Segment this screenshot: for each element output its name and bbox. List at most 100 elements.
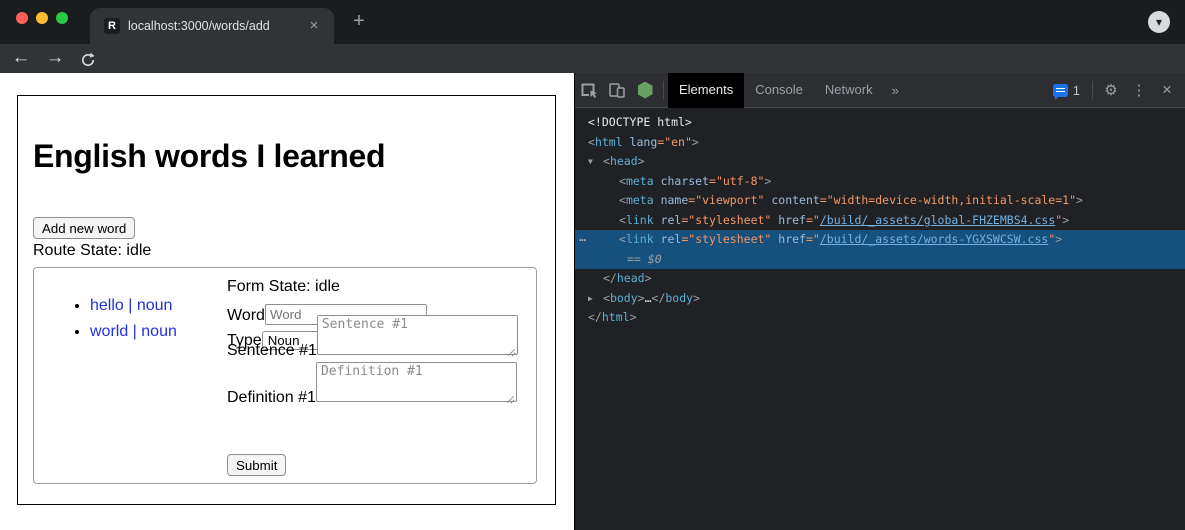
fullscreen-window-button[interactable]	[56, 12, 68, 24]
inspect-cursor-icon	[580, 82, 598, 99]
browser-window: R localhost:3000/words/add × + ▾ ← → i l…	[0, 0, 1185, 530]
word-link[interactable]: world | noun	[90, 323, 177, 340]
devtools-close-button[interactable]: ×	[1153, 73, 1181, 108]
tab-elements[interactable]: Elements	[668, 73, 744, 108]
navigation-bar: ← → i localhost:3000/words/add ☆	[0, 44, 1185, 73]
reload-button[interactable]	[75, 44, 101, 73]
code-token: >	[693, 291, 700, 305]
code-token: ="	[806, 213, 820, 227]
devtools-panel: Elements Console Network » 1 ⚙ ⋮ × <!DOC…	[574, 73, 1185, 530]
reload-icon	[80, 52, 96, 68]
code-token: </	[603, 271, 617, 285]
definition-textarea[interactable]	[316, 362, 517, 402]
code-token: <	[619, 174, 626, 188]
code-line[interactable]: ▶<body>…</body>	[575, 289, 1185, 309]
code-token: head	[617, 271, 645, 285]
node-hexagon-icon[interactable]	[631, 73, 659, 108]
back-button[interactable]: ←	[8, 44, 34, 73]
code-token: ="stylesheet"	[681, 232, 771, 246]
browser-tab[interactable]: R localhost:3000/words/add ×	[90, 8, 334, 44]
code-token: == $0	[627, 252, 662, 266]
code-token: >	[1062, 213, 1069, 227]
devtools-menu-button[interactable]: ⋮	[1125, 73, 1153, 108]
close-window-button[interactable]	[16, 12, 28, 24]
code-line[interactable]: </html>	[575, 308, 1185, 328]
code-line[interactable]: ▼<head>	[575, 152, 1185, 172]
words-panel: hello | noun world | noun Form State: id…	[33, 267, 537, 484]
code-token: ="utf-8"	[709, 174, 764, 188]
minimize-window-button[interactable]	[36, 12, 48, 24]
code-token: <	[588, 135, 595, 149]
add-new-word-button[interactable]: Add new word	[33, 217, 135, 239]
more-tabs-button[interactable]: »	[884, 83, 907, 98]
expand-arrow-icon[interactable]: ▶	[588, 289, 593, 309]
code-token: >	[638, 291, 645, 305]
code-token: >	[1055, 232, 1062, 246]
ellipsis-gutter-icon[interactable]: …	[579, 228, 587, 248]
code-token: >	[630, 310, 637, 324]
definition-field-row: Definition #1	[227, 362, 517, 407]
code-line[interactable]: <link rel="stylesheet" href="/build/_ass…	[575, 211, 1185, 231]
code-token: <	[603, 291, 610, 305]
code-line[interactable]: <!DOCTYPE html>	[575, 113, 1185, 133]
code-token: </	[652, 291, 666, 305]
code-token: rel	[654, 213, 682, 227]
code-line[interactable]: <meta charset="utf-8">	[575, 172, 1185, 192]
downloads-button[interactable]: ▾	[1148, 11, 1170, 33]
word-link[interactable]: hello | noun	[90, 297, 172, 314]
word-list: hello | noun world | noun	[50, 295, 177, 347]
code-token: ="width=device-width,initial-scale=1"	[820, 193, 1076, 207]
code-token: lang	[623, 135, 658, 149]
tab-title: localhost:3000/words/add	[128, 8, 270, 44]
tab-strip: R localhost:3000/words/add × + ▾	[0, 0, 1185, 44]
new-tab-button[interactable]: +	[346, 9, 372, 35]
code-token: <	[619, 232, 626, 246]
code-token: /build/_assets/words-YGXSWCSW.css	[820, 232, 1048, 246]
tab-network[interactable]: Network	[814, 73, 884, 108]
submit-button[interactable]: Submit	[227, 454, 286, 476]
issues-button[interactable]: 1	[1045, 83, 1088, 98]
code-token: >	[1076, 193, 1083, 207]
code-token: <	[603, 154, 610, 168]
code-line[interactable]: …<link rel="stylesheet" href="/build/_as…	[575, 230, 1185, 250]
device-toolbar-button[interactable]	[603, 73, 631, 108]
issues-bubble-icon	[1053, 84, 1068, 97]
code-token: link	[626, 213, 654, 227]
code-line[interactable]: </head>	[575, 269, 1185, 289]
page-title: English words I learned	[33, 138, 385, 175]
tab-close-icon[interactable]: ×	[304, 16, 324, 36]
code-token: ="viewport"	[688, 193, 764, 207]
code-token: meta	[626, 193, 654, 207]
issues-count: 1	[1073, 83, 1080, 98]
code-line[interactable]: <html lang="en">	[575, 133, 1185, 153]
settings-gear-icon[interactable]: ⚙	[1097, 73, 1125, 108]
code-token: >	[764, 174, 771, 188]
list-item: world | noun	[90, 321, 177, 347]
sentence-field-row: Sentence #1	[227, 315, 518, 360]
form-state-text: Form State: idle	[227, 278, 340, 296]
code-token: content	[764, 193, 819, 207]
collapse-arrow-icon[interactable]: ▼	[588, 152, 593, 172]
sentence-textarea[interactable]	[317, 315, 518, 355]
code-token: >	[645, 271, 652, 285]
list-item: hello | noun	[90, 295, 177, 321]
remix-favicon-icon: R	[104, 18, 120, 34]
toolbar-divider	[663, 81, 664, 99]
code-token: html	[595, 135, 623, 149]
code-line[interactable]: <meta name="viewport" content="width=dev…	[575, 191, 1185, 211]
code-line[interactable]: == $0	[575, 250, 1185, 270]
code-token: <	[619, 213, 626, 227]
code-token: body	[665, 291, 693, 305]
app-container: English words I learned Add new word Rou…	[17, 95, 556, 505]
code-token: <	[619, 193, 626, 207]
forward-button[interactable]: →	[42, 44, 68, 73]
code-token: ="en"	[657, 135, 692, 149]
code-token: html	[602, 310, 630, 324]
sentence-label: Sentence #1	[227, 341, 317, 360]
code-token: href	[771, 232, 806, 246]
route-state-text: Route State: idle	[33, 242, 151, 260]
code-token: body	[610, 291, 638, 305]
tab-console[interactable]: Console	[744, 73, 814, 108]
code-token: >	[638, 154, 645, 168]
inspect-element-button[interactable]	[575, 73, 603, 108]
